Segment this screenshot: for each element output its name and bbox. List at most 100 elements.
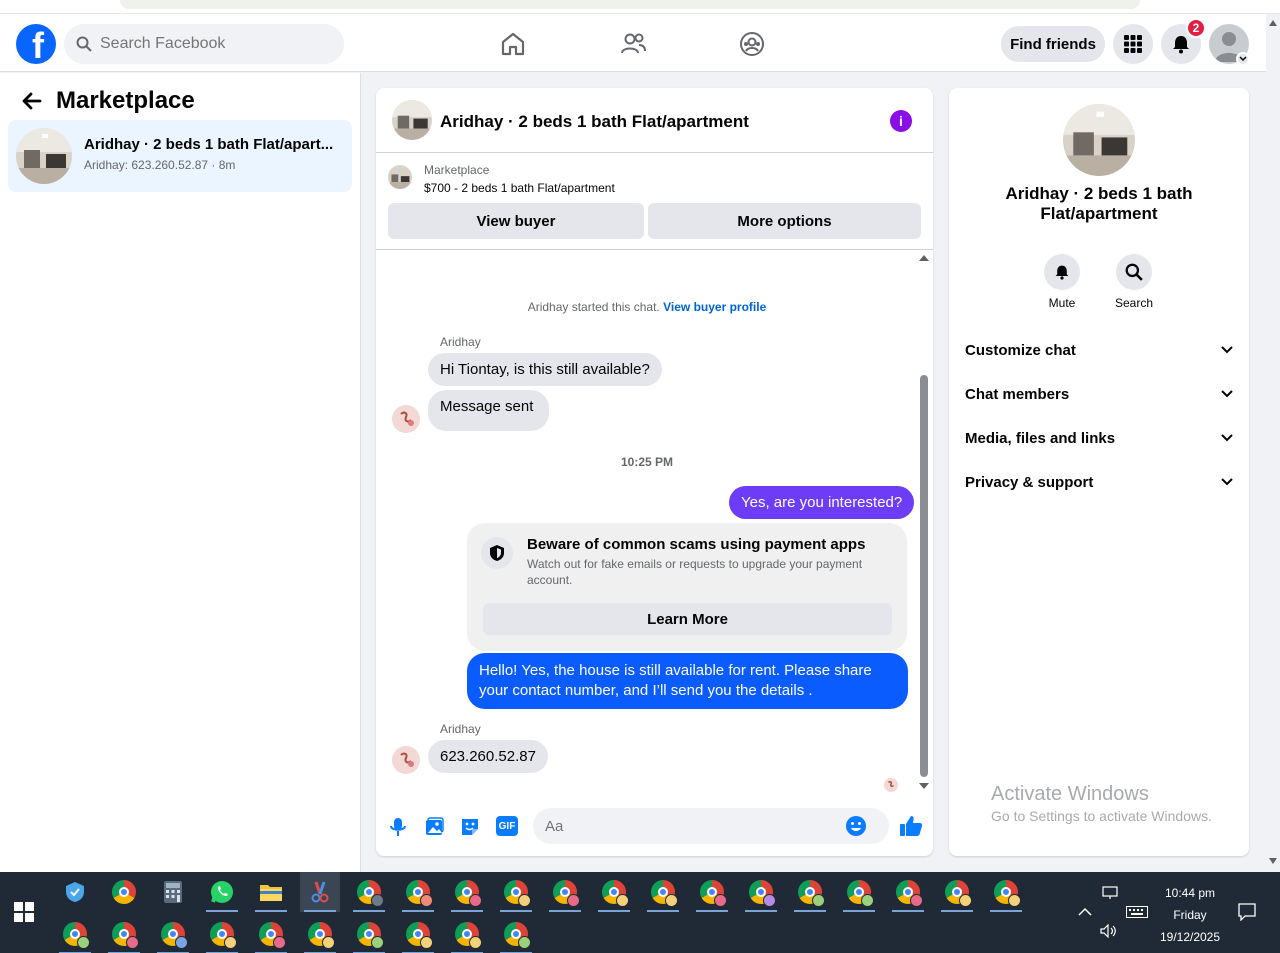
windows-start-icon[interactable] xyxy=(14,902,34,922)
chat-scrollbar-thumb[interactable] xyxy=(920,375,928,777)
keyboard-icon[interactable] xyxy=(1126,906,1148,918)
chat-listing-thumbnail[interactable] xyxy=(392,100,432,140)
taskbar-app-chrome-profile[interactable] xyxy=(545,872,585,912)
search-input[interactable] xyxy=(100,35,320,53)
search-action[interactable]: Search xyxy=(1104,254,1164,310)
search-box[interactable] xyxy=(64,24,344,64)
taskbar-app-chrome[interactable] xyxy=(104,872,144,912)
sender-avatar[interactable] xyxy=(392,405,420,433)
view-buyer-button[interactable]: View buyer xyxy=(388,203,644,239)
taskbar-app-chrome-profile[interactable] xyxy=(251,914,291,953)
chat-scroll-up-icon[interactable] xyxy=(919,255,929,261)
taskbar-app-chrome-profile[interactable] xyxy=(447,872,487,912)
taskbar-app-chrome-profile[interactable] xyxy=(349,872,389,912)
browser-address-pill xyxy=(120,0,1140,9)
volume-icon[interactable] xyxy=(1100,924,1118,938)
view-buyer-profile-link[interactable]: View buyer profile xyxy=(663,300,766,314)
taskbar-app-chrome-profile[interactable] xyxy=(839,872,879,912)
taskbar-app-chrome-profile[interactable] xyxy=(496,914,536,953)
taskbar-app-chrome-profile[interactable] xyxy=(300,914,340,953)
taskbar-app-chrome-profile[interactable] xyxy=(937,872,977,912)
network-icon[interactable] xyxy=(1102,886,1118,900)
outgoing-message[interactable]: Hello! Yes, the house is still available… xyxy=(467,653,908,709)
folder-icon xyxy=(260,885,282,901)
chat-window: Aridhay · 2 beds 1 bath Flat/apartment i… xyxy=(376,88,933,856)
taskbar-app-chrome-profile[interactable] xyxy=(496,872,536,912)
taskbar-app-chrome-profile[interactable] xyxy=(692,872,732,912)
message-input[interactable] xyxy=(545,817,845,835)
chrome-icon xyxy=(112,880,136,904)
timestamp-separator: 10:25 PM xyxy=(620,455,674,469)
info-listing-thumbnail xyxy=(1063,104,1135,176)
conversation-item[interactable]: Aridhay · 2 beds 1 bath Flat/apart... Ar… xyxy=(8,120,352,192)
emoji-icon[interactable] xyxy=(845,815,867,837)
chat-scroll-down-icon[interactable] xyxy=(919,783,929,789)
accordion-media-files-links[interactable]: Media, files and links xyxy=(965,420,1233,456)
more-options-button[interactable]: More options xyxy=(648,203,921,239)
listing-price: $700 - 2 beds 1 bath Flat/apartment xyxy=(424,181,615,195)
sticker-icon[interactable] xyxy=(459,816,481,838)
chrome-profile-icon xyxy=(357,922,384,949)
chevron-down-icon xyxy=(1221,346,1233,354)
taskbar-app-chrome-profile[interactable] xyxy=(55,914,95,953)
outgoing-message[interactable]: Yes, are you interested? xyxy=(729,486,915,519)
menu-button[interactable] xyxy=(1113,24,1153,64)
chrome-profile-icon xyxy=(210,922,237,949)
incoming-message[interactable]: 623.260.52.87 xyxy=(428,740,548,773)
taskbar-app-chrome-profile[interactable] xyxy=(888,872,928,912)
accordion-privacy-support[interactable]: Privacy & support xyxy=(965,464,1233,500)
taskbar-app-chrome-profile[interactable] xyxy=(398,914,438,953)
browser-top-strip xyxy=(0,0,1280,14)
taskbar-app-file-explorer[interactable] xyxy=(251,872,291,912)
taskbar-app-chrome-profile[interactable] xyxy=(790,872,830,912)
find-friends-button[interactable]: Find friends xyxy=(1001,26,1105,62)
learn-more-button[interactable]: Learn More xyxy=(483,603,892,635)
taskbar-app-chrome-profile[interactable] xyxy=(202,914,242,953)
taskbar-app-chrome-profile[interactable] xyxy=(741,872,781,912)
chat-title[interactable]: Aridhay · 2 beds 1 bath Flat/apartment xyxy=(440,112,749,132)
chat-started-text: Aridhay started this chat. xyxy=(527,300,660,314)
nav-friends[interactable] xyxy=(615,26,651,62)
photo-gallery-icon[interactable] xyxy=(423,816,445,838)
grid-menu-icon xyxy=(1124,35,1142,53)
nav-groups[interactable] xyxy=(734,26,770,62)
taskbar-app-security[interactable] xyxy=(55,872,95,912)
thumbs-up-icon[interactable] xyxy=(899,814,923,838)
accordion-label: Chat members xyxy=(965,385,1070,403)
facebook-logo[interactable]: f xyxy=(16,24,56,64)
facebook-header: f Find friends 2 xyxy=(0,14,1266,72)
sender-avatar[interactable] xyxy=(392,746,420,774)
system-clock[interactable]: 10:44 pm Friday 19/12/2025 xyxy=(1150,882,1230,948)
clock-time: 10:44 pm xyxy=(1164,886,1216,900)
microphone-icon[interactable] xyxy=(387,816,409,838)
mute-label: Mute xyxy=(1048,296,1076,310)
incoming-message[interactable]: Hi Tiontay, is this still available? xyxy=(428,353,662,386)
taskbar-app-calculator[interactable] xyxy=(153,872,193,912)
incoming-message[interactable]: Message sent xyxy=(428,390,550,431)
mute-action[interactable]: Mute xyxy=(1032,254,1092,310)
account-chevron[interactable] xyxy=(1236,52,1250,66)
gif-icon[interactable]: GIF xyxy=(496,816,518,836)
accordion-customize-chat[interactable]: Customize chat xyxy=(965,332,1233,368)
taskbar-app-chrome-profile[interactable] xyxy=(398,872,438,912)
taskbar-app-chrome-profile[interactable] xyxy=(349,914,389,953)
page-scrollbar[interactable] xyxy=(1266,14,1280,872)
back-arrow-icon[interactable] xyxy=(20,89,44,113)
taskbar-app-chrome-profile[interactable] xyxy=(986,872,1026,912)
tray-chevron-up-icon[interactable] xyxy=(1078,906,1092,916)
message-composer[interactable] xyxy=(533,808,889,844)
taskbar-app-chrome-profile[interactable] xyxy=(153,914,193,953)
accordion-label: Privacy & support xyxy=(965,473,1094,491)
accordion-chat-members[interactable]: Chat members xyxy=(965,376,1233,412)
clock-date: 19/12/2025 xyxy=(1159,930,1221,944)
taskbar-app-chrome-profile[interactable] xyxy=(643,872,683,912)
info-icon[interactable]: i xyxy=(890,110,912,132)
taskbar-app-chrome-profile[interactable] xyxy=(447,914,487,953)
taskbar-app-snipping[interactable] xyxy=(300,872,340,912)
chevron-down-icon xyxy=(1221,478,1233,486)
taskbar-app-chrome-profile[interactable] xyxy=(104,914,144,953)
notification-center-icon[interactable] xyxy=(1238,903,1256,921)
taskbar-app-chrome-profile[interactable] xyxy=(594,872,634,912)
taskbar-app-whatsapp[interactable] xyxy=(202,872,242,912)
nav-home[interactable] xyxy=(495,26,531,62)
